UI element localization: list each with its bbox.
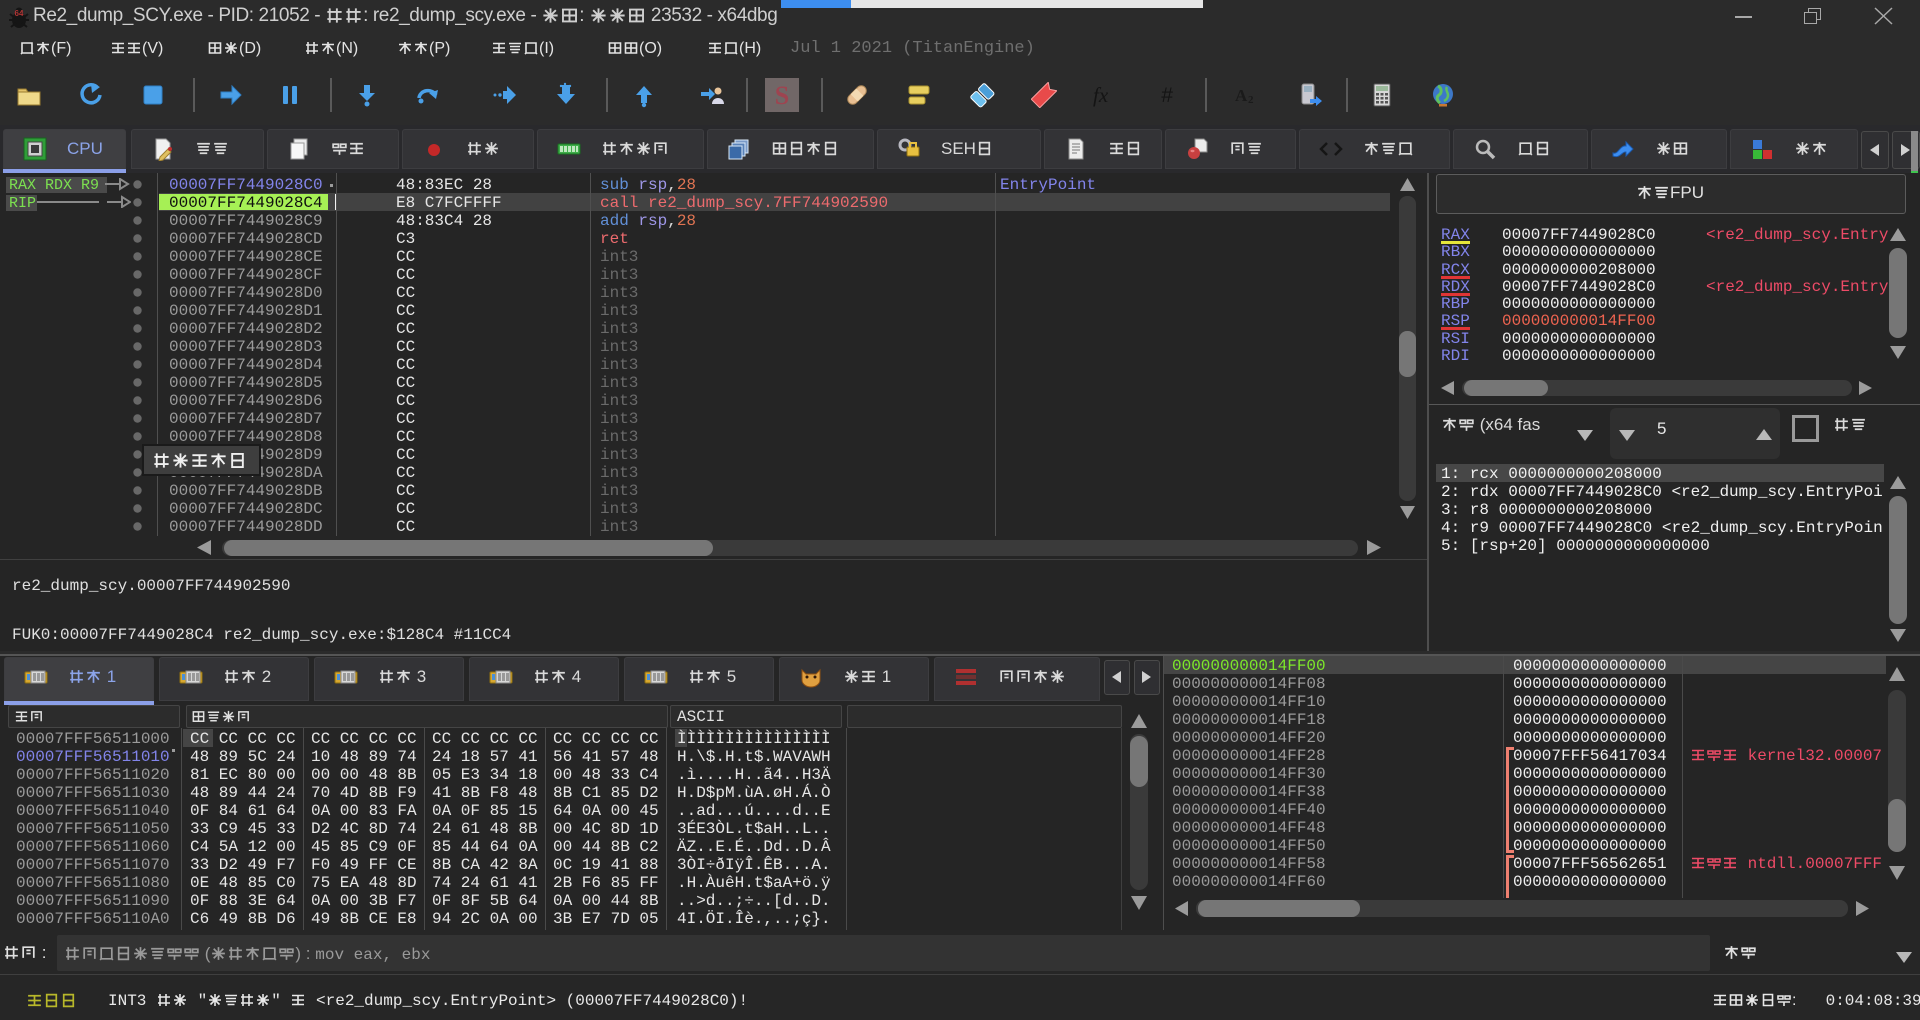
svg-text:S: S bbox=[775, 81, 789, 110]
svg-text:2: 2 bbox=[1248, 94, 1254, 106]
svg-text:fx: fx bbox=[1093, 83, 1109, 107]
svg-text:#: # bbox=[1161, 84, 1173, 107]
svg-text:A: A bbox=[1235, 86, 1248, 105]
svg-text:64: 64 bbox=[15, 9, 24, 18]
